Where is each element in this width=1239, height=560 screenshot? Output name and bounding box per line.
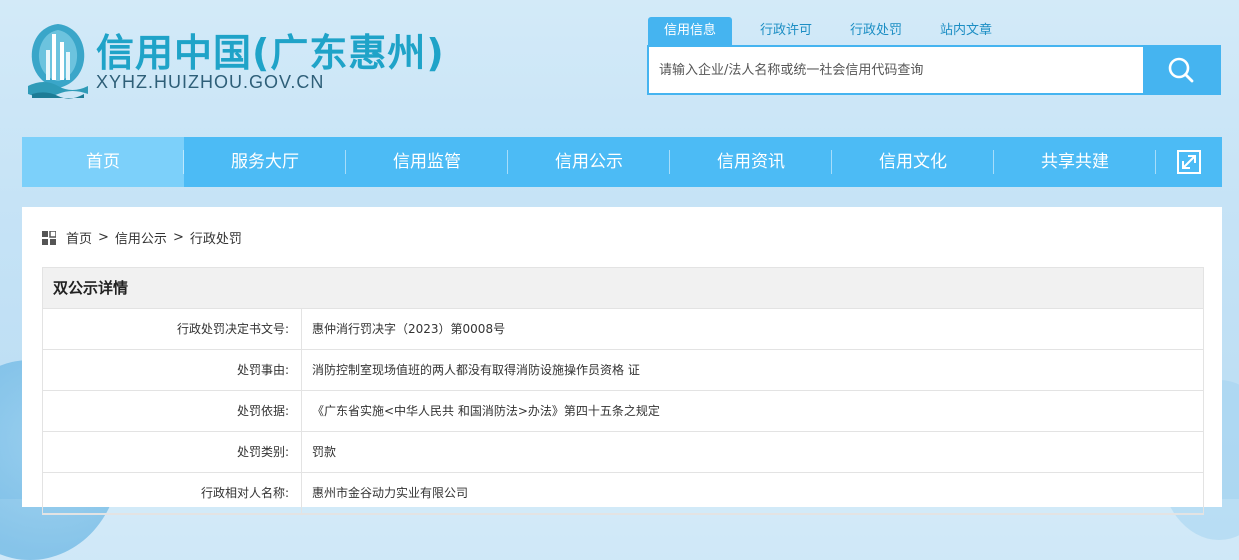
table-row: 处罚类别: 罚款 bbox=[43, 432, 1203, 473]
grid-icon bbox=[42, 229, 57, 245]
search-tab-admin-penalty[interactable]: 行政处罚 bbox=[834, 17, 918, 45]
table-row: 处罚事由: 消防控制室现场值班的两人都没有取得消防设施操作员资格 证 bbox=[43, 350, 1203, 391]
nav-item-credit-news[interactable]: 信用资讯 bbox=[670, 137, 832, 187]
row-label: 处罚依据: bbox=[43, 391, 302, 431]
row-label: 行政相对人名称: bbox=[43, 473, 302, 513]
row-value: 《广东省实施<中华人民共 和国消防法>办法》第四十五条之规定 bbox=[312, 404, 660, 418]
breadcrumb-credit-publicity[interactable]: 信用公示 bbox=[115, 228, 167, 247]
nav-item-service-hall[interactable]: 服务大厅 bbox=[184, 137, 346, 187]
nav-item-credit-supervision[interactable]: 信用监管 bbox=[346, 137, 508, 187]
city-logo-icon bbox=[26, 20, 90, 100]
row-value: 消防控制室现场值班的两人都没有取得消防设施操作员资格 证 bbox=[312, 363, 640, 377]
search-button[interactable] bbox=[1143, 47, 1219, 93]
nav-expand-button[interactable] bbox=[1156, 137, 1222, 187]
search-input[interactable] bbox=[649, 47, 1143, 93]
breadcrumb-separator: > bbox=[172, 230, 184, 245]
row-value: 惠仲消行罚决字（2023）第0008号 bbox=[312, 322, 506, 336]
nav-item-share-build[interactable]: 共享共建 bbox=[994, 137, 1156, 187]
search-tab-admin-license[interactable]: 行政许可 bbox=[744, 17, 828, 45]
table-row: 行政处罚决定书文号: 惠仲消行罚决字（2023）第0008号 bbox=[43, 309, 1203, 350]
detail-title: 双公示详情 bbox=[43, 268, 1203, 309]
breadcrumb: 首页 > 信用公示 > 行政处罚 bbox=[42, 228, 242, 247]
nav-item-home[interactable]: 首页 bbox=[22, 137, 184, 187]
row-label: 行政处罚决定书文号: bbox=[43, 309, 302, 349]
search-tabs: 信用信息 行政许可 行政处罚 站内文章 bbox=[648, 17, 1014, 45]
table-row: 处罚依据: 《广东省实施<中华人民共 和国消防法>办法》第四十五条之规定 bbox=[43, 391, 1203, 432]
search-tab-credit-info[interactable]: 信用信息 bbox=[648, 17, 733, 45]
row-value: 惠州市金谷动力实业有限公司 bbox=[312, 486, 469, 500]
fullscreen-icon bbox=[1177, 150, 1201, 174]
main-nav: 首页 服务大厅 信用监管 信用公示 信用资讯 信用文化 共享共建 bbox=[22, 137, 1222, 187]
table-row: 行政相对人名称: 惠州市金谷动力实业有限公司 bbox=[43, 473, 1203, 514]
search-tab-site-articles[interactable]: 站内文章 bbox=[924, 17, 1008, 45]
site-title: 信用中国(广东惠州) bbox=[96, 31, 445, 75]
detail-table: 双公示详情 行政处罚决定书文号: 惠仲消行罚决字（2023）第0008号 处罚事… bbox=[42, 267, 1204, 515]
search-icon bbox=[1168, 57, 1194, 83]
row-value: 罚款 bbox=[312, 445, 337, 459]
breadcrumb-home[interactable]: 首页 bbox=[66, 228, 92, 247]
row-label: 处罚类别: bbox=[43, 432, 302, 472]
search-box bbox=[647, 45, 1221, 95]
breadcrumb-separator: > bbox=[98, 230, 109, 245]
content-panel: 首页 > 信用公示 > 行政处罚 双公示详情 行政处罚决定书文号: 惠仲消行罚决… bbox=[22, 207, 1222, 515]
breadcrumb-admin-penalty[interactable]: 行政处罚 bbox=[190, 228, 242, 247]
nav-item-credit-culture[interactable]: 信用文化 bbox=[832, 137, 994, 187]
site-domain: XYHZ.HUIZHOU.GOV.CN bbox=[96, 72, 325, 92]
nav-item-credit-publicity[interactable]: 信用公示 bbox=[508, 137, 670, 187]
row-label: 处罚事由: bbox=[43, 350, 302, 390]
